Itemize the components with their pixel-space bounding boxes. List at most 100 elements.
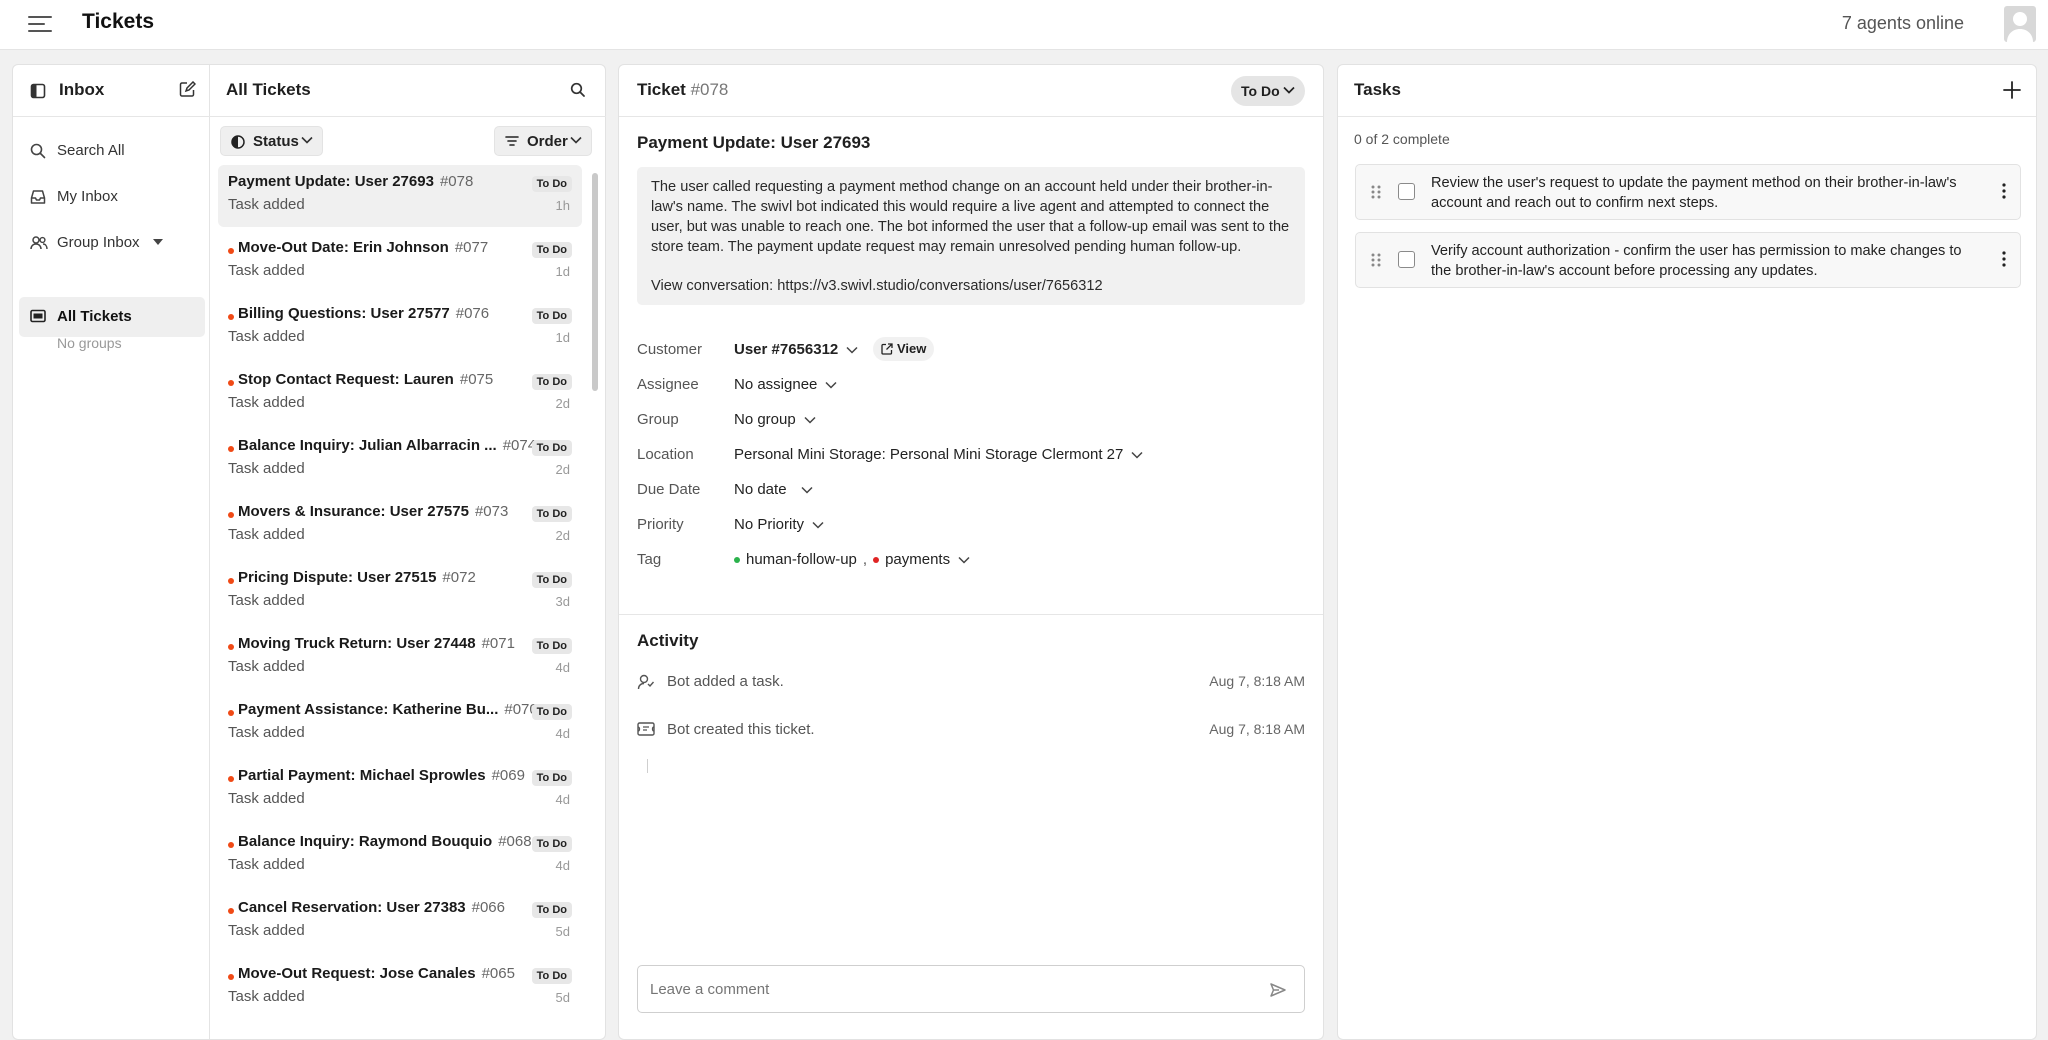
- status-badge: To Do: [531, 704, 572, 720]
- status-badge: To Do: [531, 638, 572, 654]
- avatar[interactable]: [2004, 6, 2036, 42]
- tag-human-follow-up[interactable]: human-follow-up: [734, 551, 857, 568]
- ticket-age: 4d: [555, 660, 570, 675]
- table-row[interactable]: Movers & Insurance: User 27575 #073 Task a…: [218, 495, 582, 557]
- ticket-title: Move-Out Date: Erin Johnson #077: [238, 239, 489, 256]
- task-checkbox[interactable]: [1398, 183, 1415, 200]
- external-link-icon: [881, 343, 893, 355]
- table-row[interactable]: Move-Out Date: Erin Johnson #077 Task adde…: [218, 231, 582, 293]
- ticket-subtitle: Task added: [228, 790, 305, 807]
- ticket-status-dropdown[interactable]: To Do: [1231, 76, 1305, 106]
- ticket-age: 1h: [555, 198, 570, 213]
- unread-dot: [228, 776, 234, 782]
- inbox-tray-icon: [30, 189, 46, 205]
- field-group: Group No group: [637, 405, 1305, 435]
- table-row[interactable]: Pricing Dispute: User 27515 #072 Task adde…: [218, 561, 582, 623]
- tag-payments[interactable]: payments: [873, 551, 950, 568]
- description-text: The user called requesting a payment met…: [651, 179, 1290, 255]
- ticket-age: 1d: [555, 264, 570, 279]
- sidebar-item-label: My Inbox: [57, 188, 118, 205]
- status-filter-button[interactable]: Status: [220, 126, 323, 156]
- add-task-icon[interactable]: [2002, 80, 2022, 100]
- table-row[interactable]: Balance Inquiry: Julian Albarracin ... #0…: [218, 429, 582, 491]
- tasks-title: Tasks: [1354, 80, 1401, 99]
- sidebar-item-search-all[interactable]: Search All: [19, 131, 205, 171]
- table-row[interactable]: Partial Payment: Michael Sprowles #069 Tas…: [218, 759, 582, 821]
- sidebar-toggle-icon[interactable]: [30, 83, 46, 99]
- ticket-number: #068: [498, 833, 532, 850]
- table-row[interactable]: Cancel Reservation: User 27383 #066 Task a…: [218, 891, 582, 953]
- unread-dot: [228, 644, 234, 650]
- due-date-dropdown[interactable]: No date: [734, 481, 813, 498]
- ticket-age: 3d: [555, 594, 570, 609]
- sidebar-item-my-inbox[interactable]: My Inbox: [19, 177, 205, 217]
- status-badge: To Do: [531, 440, 572, 456]
- compose-icon[interactable]: [179, 81, 196, 98]
- activity-text: Bot created this ticket.: [667, 721, 815, 738]
- ticket-header: Ticket #078 To Do: [619, 65, 1323, 117]
- chevron-down-icon: [825, 381, 837, 389]
- order-filter-button[interactable]: Order: [494, 126, 592, 156]
- ticket-status-value: To Do: [1241, 83, 1280, 99]
- table-row[interactable]: Move-Out Request: Jose Canales #065 Task a…: [218, 957, 582, 1019]
- caret-down-icon[interactable]: [153, 239, 163, 246]
- ticket-list-title: All Tickets: [226, 80, 311, 99]
- ticket-age: 4d: [555, 726, 570, 741]
- send-icon[interactable]: [1270, 982, 1286, 998]
- task-checkbox[interactable]: [1398, 251, 1415, 268]
- field-due-date: Due Date No date: [637, 475, 1305, 505]
- field-tag: Tag human-follow-up, payments: [637, 545, 1305, 575]
- tasks-header: Tasks: [1338, 65, 2036, 117]
- drag-handle-icon[interactable]: [1370, 184, 1382, 200]
- location-dropdown[interactable]: Personal Mini Storage: Personal Mini Sto…: [734, 446, 1143, 463]
- activity-item: Bot added a task. Aug 7, 8:18 AM: [637, 667, 1305, 697]
- status-badge: To Do: [531, 572, 572, 588]
- menu-icon[interactable]: [26, 12, 54, 36]
- priority-dropdown[interactable]: No Priority: [734, 516, 824, 533]
- group-dropdown[interactable]: No group: [734, 411, 816, 428]
- drag-handle-icon[interactable]: [1370, 252, 1382, 268]
- unread-dot: [228, 512, 234, 518]
- unread-dot: [228, 710, 234, 716]
- table-row[interactable]: Payment Update: User 27693 #078 Task added…: [218, 165, 582, 227]
- ticket-title: Balance Inquiry: Julian Albarracin ... #0…: [238, 437, 537, 454]
- agents-online-count[interactable]: 7 agents online: [1842, 13, 1964, 34]
- status-badge: To Do: [531, 308, 572, 324]
- status-badge: To Do: [531, 176, 572, 192]
- sidebar-item-all-tickets[interactable]: All Tickets: [19, 297, 205, 337]
- sidebar-item-group-inbox[interactable]: Group Inbox: [19, 223, 205, 263]
- ticket-title: Moving Truck Return: User 27448 #071: [238, 635, 515, 652]
- task-item: Review the user's request to update the …: [1355, 164, 2021, 220]
- task-text: Verify account authorization - confirm t…: [1431, 243, 1962, 279]
- view-customer-button[interactable]: View: [873, 337, 935, 361]
- top-bar: Tickets 7 agents online: [0, 0, 2048, 50]
- table-row[interactable]: Billing Questions: User 27577 #076 Task ad…: [218, 297, 582, 359]
- table-row[interactable]: Stop Contact Request: Lauren #075 Task add…: [218, 363, 582, 425]
- order-filter-label: Order: [527, 133, 568, 150]
- more-vertical-icon[interactable]: [2002, 251, 2006, 267]
- search-icon[interactable]: [570, 82, 586, 98]
- ticket-age: 2d: [555, 462, 570, 477]
- customer-dropdown[interactable]: User #7656312: [734, 341, 858, 358]
- ticket-number: #078: [439, 173, 474, 190]
- unread-dot: [228, 446, 234, 452]
- ticket-subtitle: Task added: [228, 196, 305, 213]
- more-vertical-icon[interactable]: [2002, 183, 2006, 199]
- scrollbar-thumb[interactable]: [592, 173, 598, 391]
- table-row[interactable]: Balance Inquiry: Raymond Bouquio #068 Task…: [218, 825, 582, 887]
- activity-text: Bot added a task.: [667, 673, 784, 690]
- table-row[interactable]: Moving Truck Return: User 27448 #071 Task …: [218, 627, 582, 689]
- field-label: Customer: [637, 341, 703, 358]
- ticket-list-scrollbar[interactable]: [592, 169, 600, 1039]
- tag-dropdown[interactable]: human-follow-up, payments: [734, 551, 970, 568]
- ticket-age: 4d: [555, 792, 570, 807]
- assignee-dropdown[interactable]: No assignee: [734, 376, 837, 393]
- field-priority: Priority No Priority: [637, 510, 1305, 540]
- comment-input[interactable]: [650, 978, 1230, 1000]
- ticket-title: Cancel Reservation: User 27383 #066: [238, 899, 505, 916]
- conversation-link[interactable]: View conversation: https://v3.swivl.stud…: [651, 276, 1291, 296]
- field-assignee: Assignee No assignee: [637, 370, 1305, 400]
- table-row[interactable]: Payment Assistance: Katherine Bu... #070 T…: [218, 693, 582, 755]
- ticket-list-header: All Tickets: [210, 65, 606, 117]
- status-badge: To Do: [531, 374, 572, 390]
